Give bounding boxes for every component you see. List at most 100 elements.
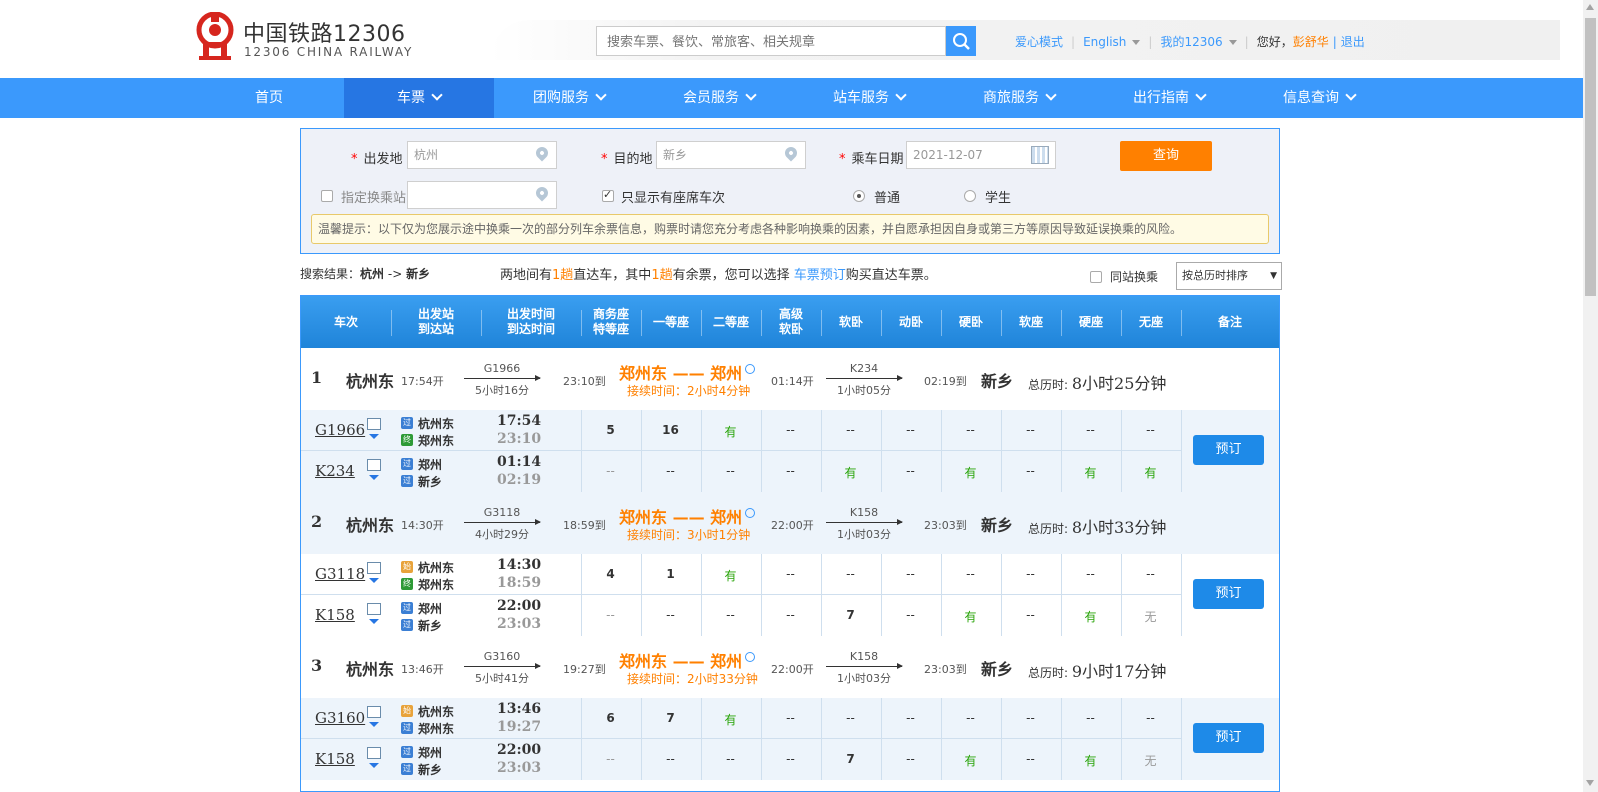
my12306-link[interactable]: 我的12306 [1160, 33, 1237, 50]
train-number-link[interactable]: K234 [315, 462, 355, 480]
care-mode-link[interactable]: 爱心模式 [1015, 33, 1063, 50]
seat-availability[interactable]: 4 [581, 567, 640, 581]
train-number-link[interactable]: K158 [315, 606, 355, 624]
seat-availability[interactable]: 有 [1061, 752, 1120, 769]
seat-availability[interactable]: -- [641, 464, 700, 478]
seat-availability[interactable]: -- [881, 567, 940, 581]
calendar-icon[interactable] [1031, 146, 1049, 164]
seat-availability[interactable]: -- [881, 711, 940, 725]
chevron-down-icon[interactable] [369, 475, 379, 480]
transfer-map-icon[interactable] [745, 652, 755, 662]
from-input[interactable]: 杭州 [407, 141, 557, 169]
same-station-checkbox[interactable] [1090, 271, 1102, 283]
seat-availability[interactable]: 1 [641, 567, 700, 581]
seat-availability[interactable]: 有 [1061, 608, 1120, 625]
query-button[interactable]: 查询 [1120, 141, 1212, 171]
seat-availability[interactable]: 有 [941, 752, 1000, 769]
seat-availability[interactable]: 有 [701, 423, 760, 440]
seat-availability[interactable]: 16 [641, 423, 700, 437]
nav-business[interactable]: 商旅服务 [944, 78, 1094, 118]
english-link[interactable]: English [1083, 35, 1141, 49]
train-info-icon[interactable] [367, 603, 381, 615]
nav-home[interactable]: 首页 [194, 78, 344, 118]
book-button[interactable]: 预订 [1193, 579, 1264, 609]
book-direct-link[interactable]: 车票预订 [794, 268, 846, 283]
seat-availability[interactable]: -- [941, 711, 1000, 725]
train-number-link[interactable]: G3118 [315, 565, 365, 583]
logo-title[interactable]: 中国铁路12306 [243, 16, 406, 48]
seat-availability[interactable]: -- [1121, 711, 1180, 725]
seat-availability[interactable]: -- [701, 752, 760, 766]
seat-availability[interactable]: -- [881, 423, 940, 437]
seat-availability[interactable]: 7 [641, 711, 700, 725]
train-info-icon[interactable] [367, 459, 381, 471]
th-no-seat[interactable]: 无座 [1121, 296, 1181, 348]
train-info-icon[interactable] [367, 418, 381, 430]
th-second[interactable]: 二等座 [701, 296, 761, 348]
nav-tickets[interactable]: 车票 [344, 78, 494, 118]
transfer-summary-row[interactable]: 3 杭州东 13:46开 G3160 5小时41分 19:27到 郑州东 —— 郑州 接续时间… [301, 636, 1279, 699]
seat-availability[interactable]: 有 [1121, 464, 1180, 481]
to-input[interactable]: 新乡 [656, 141, 806, 169]
seat-availability[interactable]: 7 [821, 752, 880, 766]
train-number-link[interactable]: K158 [315, 750, 355, 768]
train-info-icon[interactable] [367, 706, 381, 718]
scroll-thumb[interactable] [1585, 18, 1596, 296]
scroll-up-arrow-icon[interactable] [1586, 4, 1594, 10]
seat-availability[interactable]: -- [821, 567, 880, 581]
only-seats-checkbox[interactable] [602, 188, 614, 202]
transfer-summary-row[interactable]: 1 杭州东 17:54开 G1966 5小时16分 23:10到 郑州东 —— 郑州 接续时间… [301, 348, 1279, 411]
seat-availability[interactable]: -- [881, 752, 940, 766]
seat-availability[interactable]: -- [641, 608, 700, 622]
seat-availability[interactable]: 有 [701, 711, 760, 728]
transfer-input[interactable] [407, 181, 557, 209]
seat-availability[interactable]: -- [761, 464, 820, 478]
logout-link[interactable]: 退出 [1341, 33, 1365, 50]
location-pin-icon[interactable] [782, 144, 800, 162]
th-time[interactable]: 出发时间 到达时间 [481, 296, 581, 348]
seat-availability[interactable]: -- [1061, 711, 1120, 725]
transfer-map-icon[interactable] [745, 508, 755, 518]
nav-guide[interactable]: 出行指南 [1094, 78, 1244, 118]
th-business[interactable]: 商务座 特等座 [581, 296, 641, 348]
seat-availability[interactable]: -- [581, 752, 640, 766]
scroll-down-arrow-icon[interactable] [1586, 780, 1594, 786]
transfer-checkbox[interactable] [321, 190, 333, 202]
seat-availability[interactable]: -- [1121, 567, 1180, 581]
chevron-down-icon[interactable] [369, 763, 379, 768]
seat-availability[interactable]: -- [761, 711, 820, 725]
seat-availability[interactable]: -- [1061, 567, 1120, 581]
seat-availability[interactable]: -- [761, 608, 820, 622]
seat-availability[interactable]: -- [761, 752, 820, 766]
nav-member[interactable]: 会员服务 [644, 78, 794, 118]
seat-availability[interactable]: -- [1001, 608, 1060, 622]
seat-availability[interactable]: -- [821, 711, 880, 725]
seat-availability[interactable]: -- [761, 423, 820, 437]
seat-availability[interactable]: -- [881, 464, 940, 478]
date-input[interactable]: 2021-12-07 [906, 141, 1056, 169]
location-pin-icon[interactable] [533, 184, 551, 202]
th-hard-seat[interactable]: 硬座 [1061, 296, 1121, 348]
seat-availability[interactable]: -- [701, 608, 760, 622]
seat-availability[interactable]: 7 [821, 608, 880, 622]
th-hard-sleeper[interactable]: 硬卧 [941, 296, 1001, 348]
th-soft-sleeper[interactable]: 软卧 [821, 296, 881, 348]
book-button[interactable]: 预订 [1193, 723, 1264, 753]
page-scrollbar[interactable] [1583, 0, 1598, 792]
seat-availability[interactable]: 无 [1121, 752, 1180, 769]
chevron-down-icon[interactable] [369, 578, 379, 583]
seat-availability[interactable]: -- [1001, 567, 1060, 581]
railway-logo-icon[interactable] [195, 12, 235, 60]
seat-availability[interactable]: -- [1001, 423, 1060, 437]
train-info-icon[interactable] [367, 562, 381, 574]
nav-group[interactable]: 团购服务 [494, 78, 644, 118]
search-input[interactable] [597, 27, 939, 57]
chevron-down-icon[interactable] [369, 619, 379, 624]
seat-availability[interactable]: 有 [701, 567, 760, 584]
seat-availability[interactable]: -- [941, 423, 1000, 437]
seat-availability[interactable]: -- [641, 752, 700, 766]
seat-availability[interactable]: -- [821, 423, 880, 437]
book-button[interactable]: 预订 [1193, 435, 1264, 465]
seat-availability[interactable]: 有 [821, 464, 880, 481]
seat-availability[interactable]: 有 [1061, 464, 1120, 481]
